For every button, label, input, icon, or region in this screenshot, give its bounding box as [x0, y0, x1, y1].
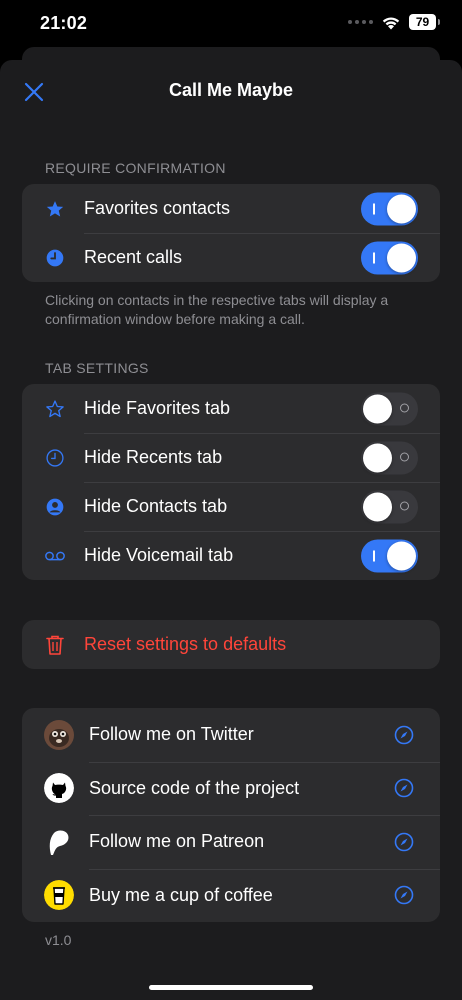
version-label: v1.0 — [45, 932, 72, 948]
page-title: Call Me Maybe — [168, 80, 294, 100]
recent-calls-toggle[interactable] — [361, 241, 418, 274]
coffee-icon — [44, 880, 74, 911]
trash-icon — [44, 634, 66, 656]
require-confirmation-footnote: Clicking on contacts in the respective t… — [45, 292, 389, 327]
cellular-signal-icon — [348, 20, 373, 24]
safari-compass-icon — [394, 832, 414, 852]
status-bar: 21:02 79 — [0, 0, 462, 50]
link-label: Follow me on Patreon — [89, 831, 265, 852]
favorites-contacts-toggle[interactable] — [361, 192, 418, 225]
home-indicator[interactable] — [149, 985, 313, 990]
reset-group: Reset settings to defaults — [22, 620, 440, 669]
setting-label: Hide Contacts tab — [84, 496, 228, 516]
toggle-off-mark — [400, 403, 409, 412]
person-circle-icon — [44, 496, 66, 518]
star-filled-icon — [44, 198, 66, 220]
battery-icon: 79 — [409, 14, 440, 30]
toggle-knob — [363, 492, 392, 521]
link-row-coffee[interactable]: Buy me a cup of coffee — [22, 868, 440, 923]
hide-favorites-toggle[interactable] — [361, 392, 418, 425]
link-label: Follow me on Twitter — [89, 724, 254, 745]
sheet-header: Call Me Maybe — [0, 60, 462, 124]
patreon-icon — [44, 827, 74, 857]
links-group: Follow me on Twitter Source code of the … — [22, 708, 440, 922]
reset-label: Reset settings to defaults — [84, 634, 287, 654]
toggle-on-mark — [373, 203, 375, 214]
safari-compass-icon — [394, 778, 414, 798]
link-label: Source code of the project — [89, 777, 300, 798]
setting-label: Favorites contacts — [84, 198, 231, 218]
reset-settings-button[interactable]: Reset settings to defaults — [22, 620, 440, 669]
clock-filled-icon — [44, 247, 66, 269]
hide-contacts-toggle[interactable] — [361, 490, 418, 523]
hide-recents-toggle[interactable] — [361, 441, 418, 474]
settings-sheet: Call Me Maybe REQUIRE CONFIRMATION Favor… — [0, 60, 462, 1000]
setting-label: Hide Voicemail tab — [84, 545, 234, 565]
link-row-patreon[interactable]: Follow me on Patreon — [22, 815, 440, 869]
hide-voicemail-toggle[interactable] — [361, 539, 418, 572]
toggle-knob — [363, 443, 392, 472]
toggle-off-mark — [400, 452, 409, 461]
toggle-off-mark — [400, 501, 409, 510]
section-title-tab-settings: TAB SETTINGS — [45, 360, 149, 376]
toggle-knob — [363, 394, 392, 423]
setting-row-hide-contacts: Hide Contacts tab — [22, 482, 440, 531]
status-icons: 79 — [348, 14, 440, 30]
setting-row-favorites-contacts: Favorites contacts — [22, 184, 440, 233]
setting-label: Hide Recents tab — [84, 447, 223, 467]
wifi-icon — [382, 16, 400, 29]
voicemail-icon — [44, 545, 66, 567]
twitter-avatar-icon — [44, 719, 74, 750]
safari-compass-icon — [394, 885, 414, 905]
section-title-require-confirmation: REQUIRE CONFIRMATION — [45, 160, 226, 176]
toggle-knob — [387, 243, 416, 272]
setting-row-hide-voicemail: Hide Voicemail tab — [22, 531, 440, 580]
setting-label: Hide Favorites tab — [84, 398, 231, 418]
github-icon — [44, 773, 74, 804]
setting-row-recent-calls: Recent calls — [22, 233, 440, 282]
tab-settings-group: Hide Favorites tab Hide Recents tab Hide… — [22, 384, 440, 580]
link-label: Buy me a cup of coffee — [89, 884, 273, 905]
clock-outline-icon — [44, 447, 66, 469]
star-outline-icon — [44, 398, 66, 420]
toggle-on-mark — [373, 252, 375, 263]
link-row-twitter[interactable]: Follow me on Twitter — [22, 708, 440, 762]
toggle-knob — [387, 194, 416, 223]
setting-row-hide-recents: Hide Recents tab — [22, 433, 440, 482]
link-row-github[interactable]: Source code of the project — [22, 761, 440, 816]
toggle-on-mark — [373, 550, 375, 561]
toggle-knob — [387, 541, 416, 570]
status-time: 21:02 — [40, 13, 88, 33]
safari-compass-icon — [394, 725, 414, 745]
require-confirmation-group: Favorites contacts Recent calls — [22, 184, 440, 282]
setting-row-hide-favorites: Hide Favorites tab — [22, 384, 440, 433]
setting-label: Recent calls — [84, 247, 183, 267]
